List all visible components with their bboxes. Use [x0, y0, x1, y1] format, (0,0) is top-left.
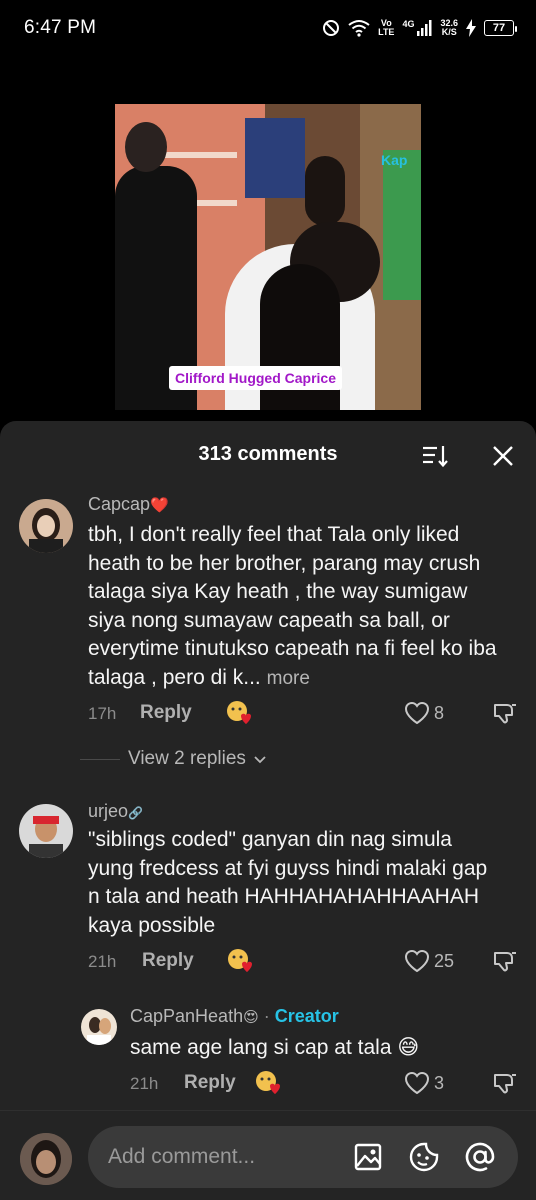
comment-time: 17h	[88, 704, 117, 723]
network-speed: 32.6 K/S	[440, 19, 458, 37]
sticker-reaction-icon[interactable]	[226, 947, 256, 977]
volte-indicator: Vo LTE	[378, 19, 394, 37]
sticker-reaction-icon[interactable]	[254, 1069, 284, 1099]
comment-input-container[interactable]	[88, 1126, 518, 1188]
dislike-icon[interactable]	[492, 1071, 518, 1097]
username-text: CapPanHeath	[130, 1006, 244, 1026]
comment-body: tbh, I don't really feel that Tala only …	[88, 523, 497, 689]
close-icon[interactable]	[488, 441, 518, 471]
comment-input-bar	[0, 1110, 536, 1200]
comment-meta: 21h Reply 25	[0, 947, 536, 977]
video-green-panel	[383, 150, 421, 300]
avatar[interactable]	[20, 1133, 72, 1185]
reply-button[interactable]: Reply	[184, 1072, 236, 1094]
view-replies-label: View 2 replies	[128, 748, 246, 769]
comment-body: same age lang si cap at tala 😅	[130, 1036, 420, 1059]
comment-username[interactable]: Capcap❤️	[88, 494, 169, 515]
comment-input[interactable]	[108, 1143, 338, 1171]
sort-icon[interactable]	[420, 441, 450, 471]
avatar[interactable]	[19, 499, 73, 553]
comment-text: "siblings coded" ganyan din nag simula y…	[88, 826, 498, 940]
comment-text: tbh, I don't really feel that Tala only …	[88, 521, 508, 693]
like-button[interactable]: 25	[404, 949, 454, 973]
separator: ·	[263, 1006, 270, 1026]
divider	[80, 758, 120, 760]
wifi-icon	[348, 19, 370, 37]
video-person-background	[305, 156, 345, 226]
heart-outline-icon	[404, 701, 430, 725]
heart-outline-icon	[404, 1071, 430, 1095]
comment-body: "siblings coded" ganyan din nag simula y…	[88, 828, 488, 937]
comment-username[interactable]: urjeo🔗	[88, 801, 143, 822]
comments-header: 313 comments	[0, 421, 536, 487]
like-button[interactable]: 3	[404, 1071, 444, 1095]
reply-button[interactable]: Reply	[142, 950, 194, 972]
like-count: 8	[434, 702, 445, 723]
video-caption: Clifford Hugged Caprice	[169, 366, 343, 390]
video-person-head	[125, 122, 167, 172]
reply-button[interactable]: Reply	[140, 702, 192, 724]
comment-meta: 21h Reply 3	[0, 1069, 536, 1099]
video-poster	[245, 118, 305, 198]
image-icon[interactable]	[352, 1141, 384, 1173]
heart-eyes-emoji-icon: 😍	[243, 1009, 259, 1026]
comment-username[interactable]: CapPanHeath😍 · Creator	[130, 1006, 339, 1027]
username-text: Capcap	[88, 494, 151, 514]
volte-bottom: LTE	[378, 27, 395, 37]
comment-text: same age lang si cap at tala 😅	[130, 1034, 510, 1063]
like-count: 3	[434, 1072, 445, 1093]
dislike-icon[interactable]	[492, 701, 518, 727]
avatar[interactable]	[19, 804, 73, 858]
network-type: 4G	[402, 19, 415, 29]
status-time: 6:47 PM	[24, 17, 97, 38]
like-count: 25	[434, 950, 455, 971]
link-icon: 🔗	[128, 806, 143, 820]
emoji-icon[interactable]	[408, 1141, 440, 1173]
sticker-reaction-icon[interactable]	[225, 699, 255, 729]
chevron-down-icon	[254, 756, 266, 764]
battery-indicator: 77	[484, 20, 517, 36]
heart-outline-icon	[404, 949, 430, 973]
creator-badge: Creator	[274, 1006, 339, 1026]
like-button[interactable]: 8	[404, 701, 444, 725]
status-bar: 6:47 PM Vo LTE 4G 32.6 K/S 77	[0, 0, 536, 56]
signal-icon: 4G	[402, 20, 432, 36]
comments-sheet: 313 comments Capcap❤️ tbh, I don't reall…	[0, 421, 536, 1200]
heart-icon: ❤️	[150, 497, 169, 514]
comment-time: 21h	[88, 952, 117, 971]
mention-icon[interactable]	[464, 1141, 496, 1173]
dislike-icon[interactable]	[492, 949, 518, 975]
avatar[interactable]	[81, 1009, 117, 1045]
charging-icon	[466, 19, 476, 37]
username-text: urjeo	[88, 801, 129, 821]
do-not-disturb-icon	[322, 19, 340, 37]
comment-time: 21h	[130, 1074, 159, 1093]
comment-meta: 17h Reply 8	[0, 699, 536, 729]
more-link[interactable]: more	[267, 668, 310, 689]
video-thumbnail[interactable]: Kap Clifford Hugged Caprice	[115, 104, 421, 410]
comments-count-title: 313 comments	[198, 442, 338, 465]
video-shelf	[157, 152, 237, 158]
speed-unit: K/S	[441, 27, 457, 37]
video-logo: Kap	[381, 152, 408, 168]
status-icons: Vo LTE 4G 32.6 K/S 77	[322, 19, 517, 37]
view-replies-button[interactable]: View 2 replies	[80, 748, 268, 770]
